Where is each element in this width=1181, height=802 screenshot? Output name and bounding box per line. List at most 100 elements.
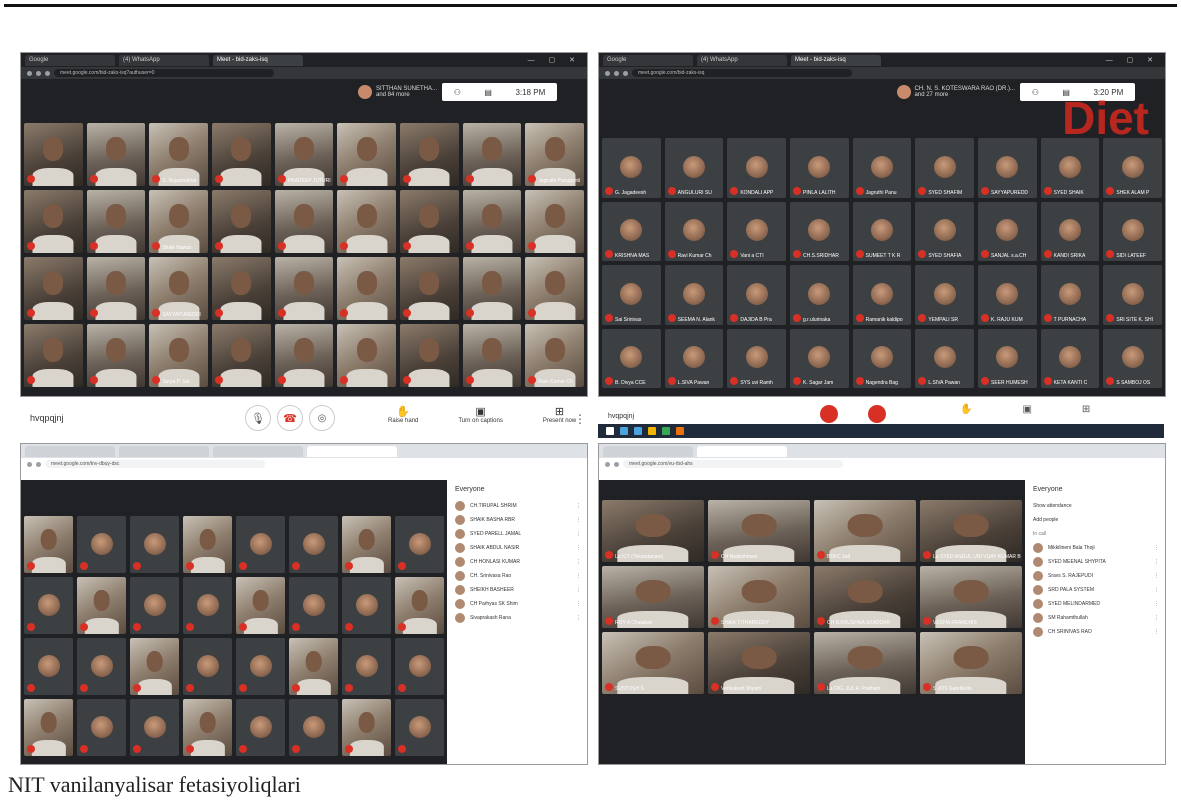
person-row[interactable]: Sravs S. RAJEPUDI ⋮ bbox=[1027, 569, 1165, 583]
participant-tile[interactable] bbox=[236, 516, 285, 573]
person-row[interactable]: SM Rahamthullah ⋮ bbox=[1027, 611, 1165, 625]
participant-tile[interactable] bbox=[525, 190, 584, 253]
participant-tile[interactable] bbox=[462, 257, 522, 320]
add-people-link[interactable]: Add people bbox=[1027, 513, 1165, 527]
participant-tile[interactable]: SYED SHAIK bbox=[1040, 138, 1100, 198]
participant-tile[interactable]: SEEMA N. Alank bbox=[664, 265, 724, 325]
more-options-icon[interactable]: ⋮ bbox=[576, 503, 581, 509]
participant-tile[interactable]: CH Nadeshmavi bbox=[708, 500, 810, 562]
participant-tile[interactable] bbox=[86, 190, 146, 253]
url-field[interactable]: meet.google.com/bid-zaks-isq?authuser=0 bbox=[54, 69, 274, 77]
forward-icon[interactable] bbox=[36, 70, 41, 76]
participant-tile[interactable] bbox=[24, 190, 83, 253]
participant-tile[interactable] bbox=[400, 190, 459, 253]
participant-tile[interactable] bbox=[342, 699, 391, 756]
participant-tile[interactable]: Jagruthi Panuganti bbox=[525, 123, 584, 186]
participant-tile[interactable]: KETA KANTI C bbox=[1040, 328, 1100, 388]
participant-tile[interactable]: SYED SHAFIM bbox=[915, 138, 974, 198]
participant-tile[interactable] bbox=[289, 699, 338, 756]
participant-tile[interactable]: ROY A Chalakan bbox=[602, 566, 704, 628]
participant-tile[interactable] bbox=[212, 324, 271, 387]
participant-tile[interactable]: VEDHA FRANCHIS bbox=[920, 566, 1022, 628]
more-options-icon[interactable]: ⋮ bbox=[576, 587, 581, 593]
participant-tile[interactable]: SEER HUMESH bbox=[978, 328, 1037, 388]
show-attendance-link[interactable]: Show attendance bbox=[1027, 499, 1165, 513]
captions-icon[interactable]: ▣ bbox=[1022, 404, 1031, 415]
participant-tile[interactable]: Ram Kumar Ch bbox=[525, 324, 584, 387]
person-row[interactable]: CH SRINIVAS RAO ⋮ bbox=[1027, 625, 1165, 639]
browser-tab-active[interactable]: Meet - bid-zaks-isq bbox=[791, 54, 881, 66]
participant-tile[interactable] bbox=[24, 257, 83, 320]
participant-tile[interactable] bbox=[525, 257, 584, 320]
participant-tile[interactable]: DAJIDA B Pra bbox=[727, 265, 786, 325]
forward-icon[interactable] bbox=[36, 461, 41, 467]
more-options-icon[interactable]: ⋮ bbox=[576, 615, 581, 621]
hand-icon[interactable]: ✋ bbox=[960, 404, 972, 415]
browser-tab[interactable]: (4) WhatsApp bbox=[119, 54, 209, 66]
more-options-icon[interactable]: ⋮ bbox=[1154, 615, 1159, 621]
participant-tile[interactable] bbox=[130, 577, 179, 634]
participant-tile[interactable] bbox=[337, 324, 396, 387]
camera-icon[interactable]: ◎ bbox=[309, 405, 335, 431]
participant-tile[interactable] bbox=[395, 516, 444, 573]
participant-tile[interactable]: ANGULURI SU bbox=[664, 138, 724, 198]
participant-tile[interactable]: SUMEET T K R bbox=[852, 201, 912, 261]
participant-tile[interactable]: Lu ICT (Tekandanam) bbox=[602, 500, 704, 562]
participant-tile[interactable] bbox=[77, 699, 126, 756]
participant-tile[interactable] bbox=[24, 577, 73, 634]
windows-start-icon[interactable] bbox=[606, 427, 614, 435]
participant-tile[interactable]: SAYYAPUREDD bbox=[978, 138, 1037, 198]
browser-tab[interactable] bbox=[119, 445, 209, 457]
participant-tile[interactable] bbox=[274, 190, 334, 253]
person-row[interactable]: Mikkilineni Bala Thoji ⋮ bbox=[1027, 541, 1165, 555]
participant-tile[interactable]: G. Jagadeesh bbox=[602, 138, 661, 198]
participant-tile[interactable]: KRISHNA MAS bbox=[602, 201, 661, 261]
participant-tile[interactable]: SANJAL s.a.CH bbox=[978, 201, 1037, 261]
participant-tile[interactable]: Shaik Nawaz bbox=[149, 190, 208, 253]
participant-tile[interactable] bbox=[236, 699, 285, 756]
more-options-icon[interactable]: ⋮ bbox=[1154, 601, 1159, 607]
more-options-icon[interactable]: ⋮ bbox=[576, 545, 581, 551]
people-icon[interactable]: ⚇ bbox=[1032, 88, 1039, 97]
reload-icon[interactable] bbox=[45, 70, 50, 76]
participant-tile[interactable] bbox=[24, 324, 83, 387]
participant-tile[interactable] bbox=[400, 257, 459, 320]
participant-tile[interactable] bbox=[400, 324, 459, 387]
participant-tile[interactable]: Nagendra Bag bbox=[852, 328, 912, 388]
participant-tile[interactable] bbox=[130, 516, 179, 573]
participant-tile[interactable]: g.r.ulurinaka bbox=[790, 265, 849, 325]
url-field[interactable]: meet.google.com/vu-rbd-ahs bbox=[623, 460, 843, 468]
participant-tile[interactable]: KANDI SRIKA bbox=[1040, 201, 1100, 261]
participant-tile[interactable] bbox=[86, 123, 146, 186]
participant-tile[interactable]: SHEK ALAM P bbox=[1103, 138, 1162, 198]
window-controls[interactable]: — ▢ ✕ bbox=[1106, 56, 1159, 64]
participant-tile[interactable] bbox=[86, 257, 146, 320]
participant-tile[interactable] bbox=[395, 577, 444, 634]
present-button[interactable]: ⊞ Present now bbox=[543, 405, 576, 424]
present-icon[interactable]: ⊞ bbox=[1082, 404, 1090, 415]
browser-tab[interactable] bbox=[213, 445, 303, 457]
person-row[interactable]: SHAIK BASHA RBR ⋮ bbox=[449, 513, 587, 527]
participant-tile[interactable] bbox=[337, 190, 396, 253]
more-options-icon[interactable]: ⋮ bbox=[1154, 587, 1159, 593]
participant-tile[interactable] bbox=[236, 577, 285, 634]
participant-tile[interactable] bbox=[212, 257, 271, 320]
more-options-icon[interactable]: ⋮ bbox=[576, 559, 581, 565]
participant-tile[interactable]: CH B.KRUSHNA SKADDAR bbox=[814, 566, 916, 628]
participant-tile[interactable] bbox=[77, 638, 126, 695]
participant-tile[interactable] bbox=[400, 123, 459, 186]
participant-tile[interactable] bbox=[342, 638, 391, 695]
participant-tile[interactable]: Sai Srinivas bbox=[602, 265, 661, 325]
participant-tile[interactable] bbox=[342, 577, 391, 634]
participant-tile[interactable] bbox=[212, 123, 271, 186]
window-controls[interactable]: — ▢ ✕ bbox=[528, 56, 581, 64]
participant-tile[interactable] bbox=[337, 257, 396, 320]
url-field[interactable]: meet.google.com/bid-zaks-isq bbox=[632, 69, 852, 77]
participant-tile[interactable] bbox=[212, 190, 271, 253]
more-options-icon[interactable]: ⋮ bbox=[1154, 559, 1159, 565]
participant-tile[interactable] bbox=[24, 123, 83, 186]
meeting-code[interactable]: hvqpqjnj bbox=[608, 413, 634, 420]
more-options-icon[interactable]: ⋮ bbox=[1154, 573, 1159, 579]
url-field[interactable]: meet.google.com/tnv-dbuy-dsc bbox=[45, 460, 265, 468]
more-options-icon[interactable]: ⋮ bbox=[1154, 629, 1159, 635]
